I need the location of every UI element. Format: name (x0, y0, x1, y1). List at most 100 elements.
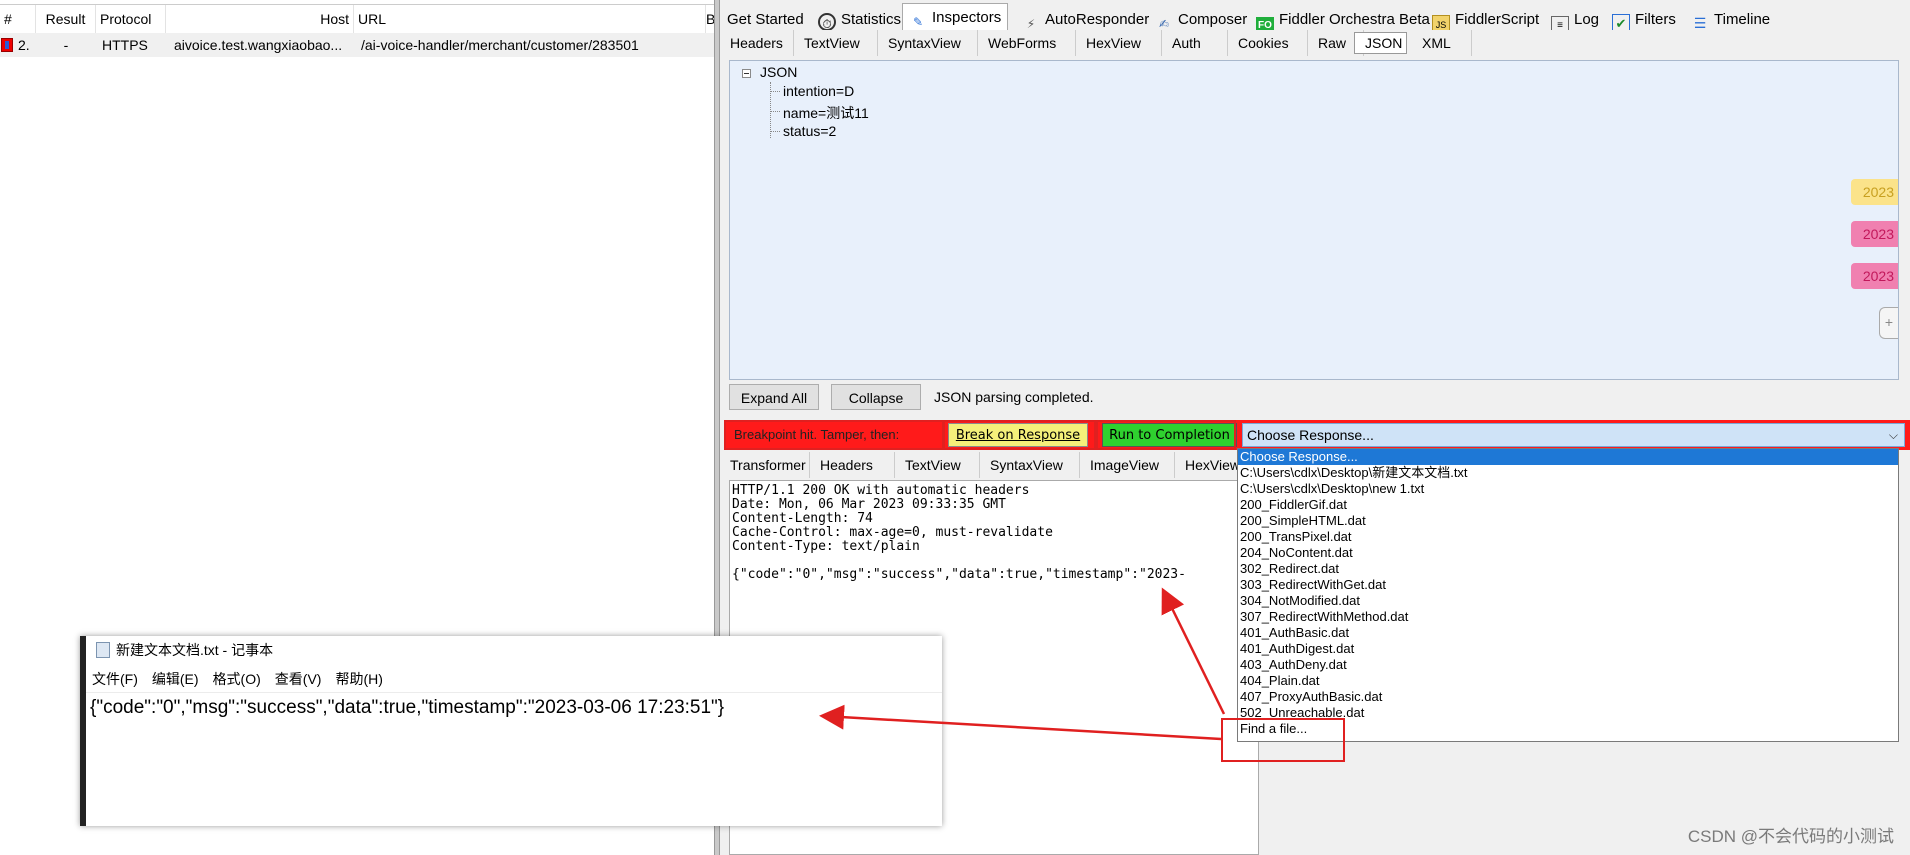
chevron-down-icon[interactable]: ⌵ (1889, 424, 1898, 446)
resp-tab-transformer[interactable]: Transformer (720, 452, 810, 478)
notepad-menu-bar: 文件(F) 编辑(E) 格式(O) 查看(V) 帮助(H) (92, 668, 397, 690)
menu-file[interactable]: 文件(F) (92, 671, 138, 687)
watermark: CSDN @不会代码的小测试 (1687, 827, 1894, 846)
request-inspector-tabs: Headers TextView SyntaxView WebForms Hex… (720, 30, 1910, 58)
tree-node-status[interactable]: status=2 (783, 123, 836, 139)
tree-connector (770, 131, 780, 132)
add-note-icon[interactable]: + (1879, 307, 1898, 339)
menu-help[interactable]: 帮助(H) (335, 671, 382, 687)
dropdown-option[interactable]: 404_Plain.dat (1238, 673, 1898, 689)
expand-all-button[interactable]: Expand All (729, 384, 819, 410)
session-list-header: # Result Protocol Host URL B (0, 4, 715, 34)
tree-root-node[interactable]: JSON (760, 64, 797, 80)
dropdown-option[interactable]: 401_AuthDigest.dat (1238, 641, 1898, 657)
column-header-host[interactable]: Host (166, 5, 354, 33)
tab-label: Get Started (727, 11, 804, 28)
button-label: Run to Completion (1109, 428, 1230, 443)
side-note-flag[interactable]: 2023 (1850, 221, 1898, 247)
select-value: Choose Response... (1247, 427, 1374, 443)
dropdown-option[interactable]: 307_RedirectWithMethod.dat (1238, 609, 1898, 625)
req-tab-textview[interactable]: TextView (794, 30, 878, 56)
dropdown-option[interactable]: 302_Redirect.dat (1238, 561, 1898, 577)
resp-tab-hexview[interactable]: HexView (1175, 452, 1245, 478)
response-line: {"code":"0","msg":"success","data":true,… (732, 567, 1186, 582)
req-tab-headers[interactable]: Headers (720, 30, 794, 56)
notepad-window: 新建文本文档.txt - 记事本 文件(F) 编辑(E) 格式(O) 查看(V) 帮助(… (80, 636, 942, 826)
dropdown-option-choose-response[interactable]: Choose Response... (1238, 449, 1898, 465)
tab-label: Log (1574, 11, 1600, 28)
dropdown-option-find-file[interactable]: Find a file... (1238, 721, 1898, 737)
resp-tab-textview[interactable]: TextView (895, 452, 980, 478)
response-line: Content-Length: 74 (732, 511, 873, 526)
tree-collapse-toggle[interactable] (742, 69, 751, 78)
session-result: - (63, 37, 69, 53)
tab-label: Composer (1178, 11, 1248, 28)
collapse-button[interactable]: Collapse (831, 384, 921, 410)
notepad-divider (86, 692, 942, 693)
tree-connector (770, 111, 780, 112)
response-line: HTTP/1.1 200 OK with automatic headers (732, 483, 1030, 498)
tab-label: AutoResponder (1045, 11, 1150, 28)
session-url: /ai-voice-handler/merchant/customer/2835… (361, 37, 639, 53)
response-inspector-tabs: Transformer Headers TextView SyntaxView … (720, 452, 1245, 478)
notepad-border (80, 636, 86, 826)
session-row[interactable]: 2. - HTTPS aivoice.test.wangxiaobao... /… (0, 33, 715, 57)
notepad-title-bar[interactable]: 新建文本文档.txt - 记事本 (96, 639, 273, 661)
dropdown-option[interactable]: 401_AuthBasic.dat (1238, 625, 1898, 641)
tree-node-intention[interactable]: intention=D (783, 83, 854, 99)
column-header-result[interactable]: Result (36, 5, 96, 33)
req-tab-json[interactable]: JSON (1354, 32, 1407, 54)
dropdown-option[interactable]: 303_RedirectWithGet.dat (1238, 577, 1898, 593)
req-tab-syntaxview[interactable]: SyntaxView (878, 30, 978, 56)
menu-edit[interactable]: 编辑(E) (152, 671, 199, 687)
resp-tab-imageview[interactable]: ImageView (1080, 452, 1175, 478)
side-note-flag[interactable]: 2023 (1850, 179, 1898, 205)
dropdown-option[interactable]: 200_SimpleHTML.dat (1238, 513, 1898, 529)
button-label: Break on Response (955, 428, 1081, 443)
side-note-flag[interactable]: 2023 (1850, 263, 1898, 289)
response-line (732, 554, 1256, 568)
response-line: Content-Type: text/plain (732, 539, 920, 554)
tree-node-name[interactable]: name=测试11 (783, 103, 869, 123)
run-to-completion-button[interactable]: Run to Completion (1102, 423, 1237, 447)
dropdown-option[interactable]: C:\Users\cdlx\Desktop\新建文本文档.txt (1238, 465, 1898, 481)
dropdown-option[interactable]: 502_Unreachable.dat (1238, 705, 1898, 721)
dropdown-option[interactable]: 200_FiddlerGif.dat (1238, 497, 1898, 513)
tab-label: Inspectors (932, 9, 1002, 26)
column-header-url[interactable]: URL (354, 5, 706, 33)
choose-response-select[interactable]: Choose Response... ⌵ (1242, 423, 1905, 447)
choose-response-dropdown: Choose Response... C:\Users\cdlx\Desktop… (1237, 448, 1899, 742)
response-line: Date: Mon, 06 Mar 2023 09:33:35 GMT (732, 497, 1006, 512)
menu-format[interactable]: 格式(O) (213, 671, 261, 687)
json-tree-view: JSON intention=D name=测试11 status=2 2023… (729, 60, 1899, 380)
tab-label: Filters (1635, 11, 1676, 28)
resp-tab-syntaxview[interactable]: SyntaxView (980, 452, 1080, 478)
dropdown-option[interactable]: 403_AuthDeny.dat (1238, 657, 1898, 673)
resp-tab-headers[interactable]: Headers (810, 452, 895, 478)
dropdown-option[interactable]: 304_NotModified.dat (1238, 593, 1898, 609)
response-line: Cache-Control: max-age=0, must-revalidat… (732, 525, 1053, 540)
tab-label: Fiddler Orchestra Beta (1279, 11, 1430, 28)
req-tab-hexview[interactable]: HexView (1076, 30, 1162, 56)
column-header-number[interactable]: # (0, 5, 36, 33)
column-header-protocol[interactable]: Protocol (96, 5, 166, 33)
tab-label: FiddlerScript (1455, 11, 1540, 28)
break-on-response-button[interactable]: Break on Response (948, 423, 1088, 447)
req-tab-auth[interactable]: Auth (1162, 30, 1228, 56)
dropdown-option[interactable]: C:\Users\cdlx\Desktop\new 1.txt (1238, 481, 1898, 497)
breakpoint-session-icon (1, 38, 13, 52)
req-tab-cookies[interactable]: Cookies (1228, 30, 1308, 56)
notepad-content[interactable]: {"code":"0","msg":"success","data":true,… (90, 694, 724, 722)
dropdown-option[interactable]: 204_NoContent.dat (1238, 545, 1898, 561)
session-protocol: HTTPS (102, 37, 148, 53)
session-number: 2. (18, 37, 30, 53)
dropdown-option[interactable]: 200_TransPixel.dat (1238, 529, 1898, 545)
notepad-icon (96, 642, 110, 658)
menu-view[interactable]: 查看(V) (275, 671, 322, 687)
req-tab-xml[interactable]: XML (1412, 30, 1472, 56)
breakpoint-bar: Breakpoint hit. Tamper, then: Break on R… (724, 420, 1910, 450)
req-tab-webforms[interactable]: WebForms (978, 30, 1076, 56)
breakpoint-label: Breakpoint hit. Tamper, then: (734, 427, 900, 442)
dropdown-option[interactable]: 407_ProxyAuthBasic.dat (1238, 689, 1898, 705)
tree-connector (770, 91, 780, 92)
